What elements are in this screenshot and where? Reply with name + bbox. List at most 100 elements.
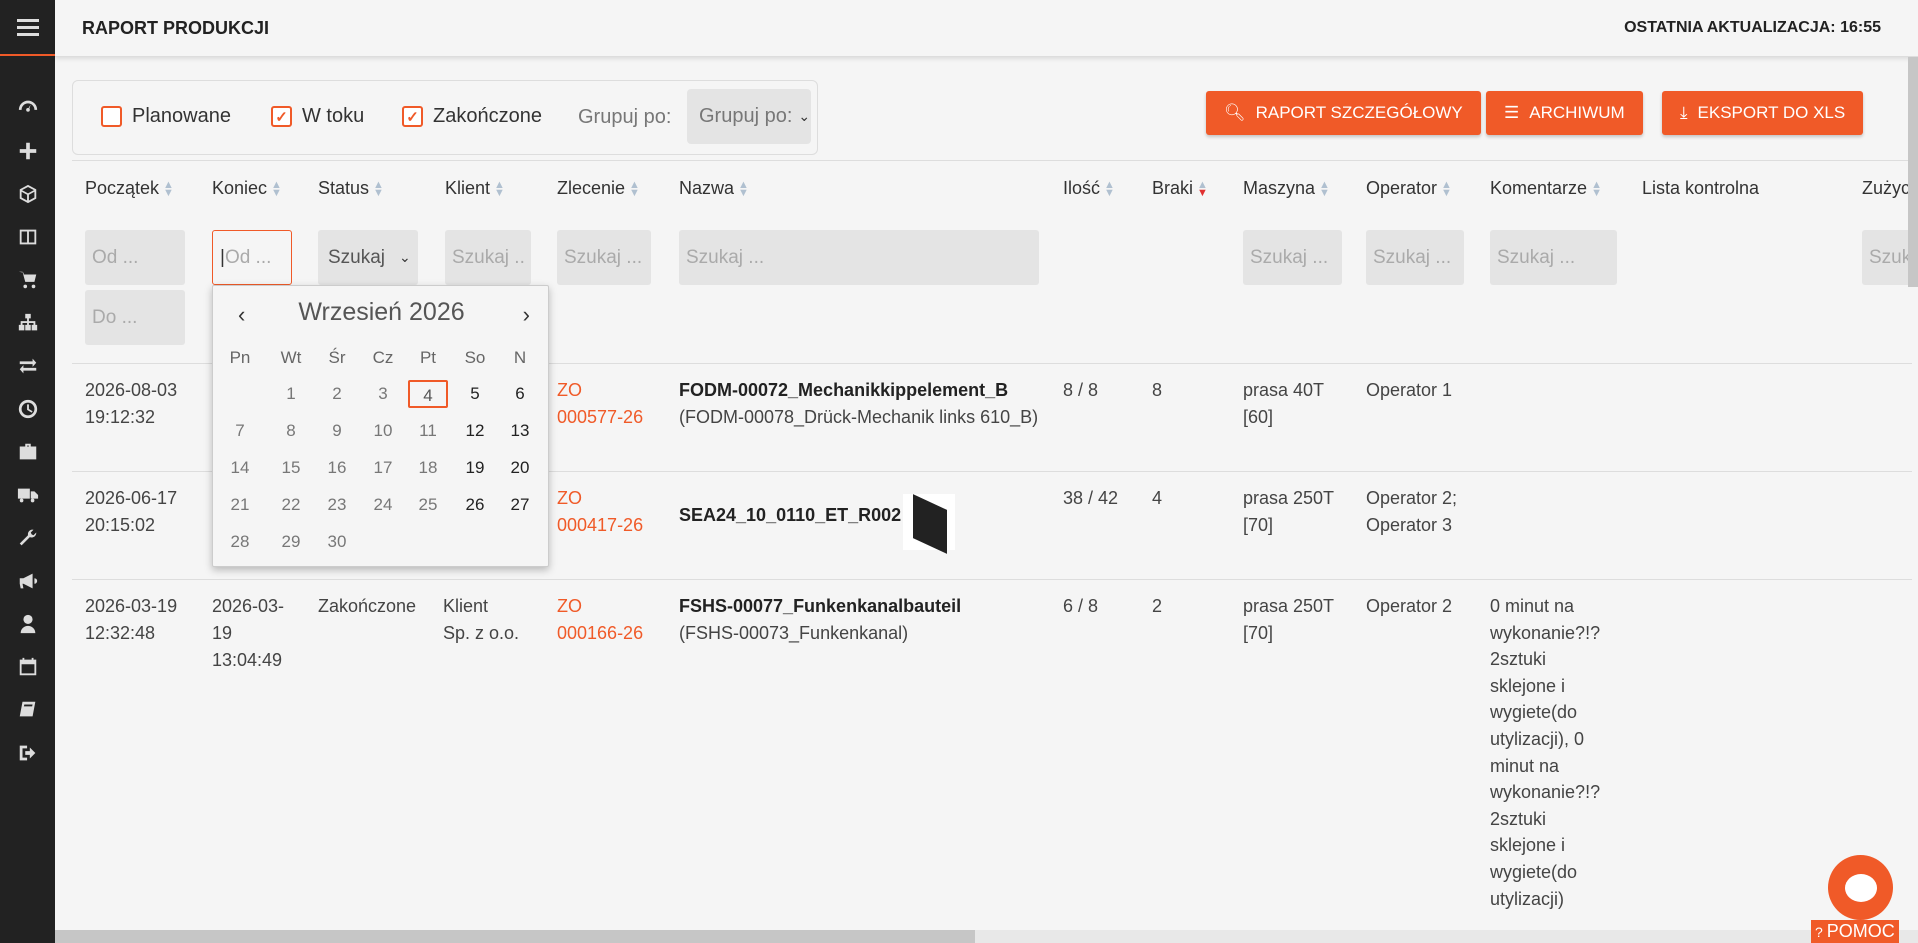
machine-search-input[interactable]: Szukaj ... [1243, 230, 1342, 285]
in-progress-checkbox[interactable]: ✓ W toku [271, 105, 364, 128]
column-header-order[interactable]: Zlecenie ▲ ▼ [557, 178, 640, 199]
exchange-icon[interactable] [0, 344, 55, 387]
calendar-day[interactable]: 20 [500, 454, 540, 482]
dashboard-icon[interactable] [0, 86, 55, 129]
export-xls-button[interactable]: ⤓ EKSPORT DO XLS [1662, 91, 1864, 135]
help-button[interactable]: ? POMOC [1811, 920, 1899, 943]
calendar-icon[interactable] [0, 645, 55, 688]
order-link[interactable]: ZO 000417-26 [557, 485, 643, 539]
truck-icon[interactable] [0, 473, 55, 516]
column-header-qty[interactable]: Ilość ▲ ▼ [1063, 178, 1115, 199]
chevron-down-icon: ⌄ [798, 108, 811, 124]
calendar-day[interactable]: 27 [500, 491, 540, 519]
end-from-input[interactable]: | Od ... [212, 230, 292, 285]
book-icon[interactable] [0, 688, 55, 731]
in-progress-label: W toku [302, 105, 365, 127]
calendar-day[interactable]: 24 [363, 491, 403, 519]
product-thumbnail[interactable] [903, 494, 955, 554]
last-update: OSTATNIA AKTUALIZACJA: 16:55 [1624, 19, 1881, 36]
name-search-input[interactable]: Szukaj ... [679, 230, 1039, 285]
calendar-day[interactable]: 23 [317, 491, 357, 519]
sitemap-icon[interactable] [0, 301, 55, 344]
chat-button[interactable] [1828, 855, 1893, 920]
order-link[interactable]: ZO 000577-26 [557, 377, 643, 431]
calendar-day[interactable]: 10 [363, 417, 403, 445]
finished-checkbox[interactable]: ✓ Zakończone [402, 105, 542, 128]
calendar-day[interactable]: 6 [500, 380, 540, 408]
calendar-day[interactable]: 18 [408, 454, 448, 482]
calendar-day[interactable]: 5 [455, 380, 495, 408]
vertical-scrollbar[interactable] [1908, 57, 1918, 287]
column-header-client[interactable]: Klient ▲ ▼ [445, 178, 505, 199]
calendar-day[interactable]: 14 [220, 454, 260, 482]
order-link[interactable]: ZO 000166-26 [557, 593, 643, 647]
planned-label: Planowane [132, 105, 231, 127]
calendar-day[interactable]: 15 [271, 454, 311, 482]
calendar-day[interactable]: 9 [317, 417, 357, 445]
column-header-operator[interactable]: Operator ▲ ▼ [1366, 178, 1452, 199]
column-header-end[interactable]: Koniec ▲ ▼ [212, 178, 282, 199]
order-search-input[interactable]: Szukaj ... [557, 230, 651, 285]
planned-checkbox[interactable]: Planowane [101, 105, 231, 128]
column-header-used[interactable]: Zużyc [1862, 178, 1910, 199]
status-cell: Zakończone [318, 596, 417, 616]
status-select[interactable]: Szukaj ⌄ [318, 230, 418, 285]
used-search-input[interactable]: Szuk [1862, 230, 1912, 285]
operator-search-input[interactable]: Szukaj ... [1366, 230, 1464, 285]
column-header-machine[interactable]: Maszyna ▲ ▼ [1243, 178, 1330, 199]
calendar-day[interactable]: 16 [317, 454, 357, 482]
scrollbar-thumb[interactable] [55, 930, 975, 943]
calendar-day[interactable]: 22 [271, 491, 311, 519]
calendar-day[interactable]: 1 [271, 380, 311, 408]
calendar-day[interactable]: 7 [220, 417, 260, 445]
calendar-day[interactable]: 11 [408, 417, 448, 445]
sort-icon: ▲ ▼ [629, 179, 640, 200]
archive-button[interactable]: ☰ ARCHIWUM [1486, 91, 1643, 135]
machine-cell: prasa 250T [70] [1243, 596, 1335, 643]
clock-icon[interactable] [0, 387, 55, 430]
column-header-defects[interactable]: Braki ▲ ▼ [1152, 178, 1208, 199]
column-header-name[interactable]: Nazwa ▲ ▼ [679, 178, 749, 199]
detailed-report-button[interactable]: 🔍︎ RAPORT SZCZEGÓŁOWY [1206, 91, 1481, 135]
column-header-comments[interactable]: Komentarze ▲ ▼ [1490, 178, 1602, 199]
start-to-input[interactable]: Do ... [85, 290, 185, 345]
calendar-day[interactable]: 26 [455, 491, 495, 519]
calendar-day[interactable]: 2 [317, 380, 357, 408]
column-header-status[interactable]: Status ▲ ▼ [318, 178, 384, 199]
user-icon[interactable] [0, 602, 55, 645]
column-header-start[interactable]: Początek ▲ ▼ [85, 178, 174, 199]
calendar-day[interactable]: 28 [220, 528, 260, 556]
datepicker-month[interactable]: Wrzesień 2026 [213, 298, 550, 327]
calendar-day[interactable]: 25 [408, 491, 448, 519]
chat-bubble-icon [1844, 873, 1877, 902]
calendar-day[interactable]: 12 [455, 417, 495, 445]
chevron-right-icon[interactable]: › [523, 302, 530, 328]
briefcase-icon[interactable] [0, 430, 55, 473]
calendar-day[interactable]: 3 [363, 380, 403, 408]
plus-icon[interactable] [0, 129, 55, 172]
calendar-day[interactable]: 13 [500, 417, 540, 445]
calendar-day[interactable]: 17 [363, 454, 403, 482]
calendar-day[interactable]: 21 [220, 491, 260, 519]
name-cell: FSHS-00077_Funkenkanalbauteil (FSHS-00073… [679, 596, 962, 643]
cube-icon[interactable] [0, 172, 55, 215]
client-search-input[interactable]: Szukaj .. [445, 230, 531, 285]
cart-icon[interactable] [0, 258, 55, 301]
comments-search-input[interactable]: Szukaj ... [1490, 230, 1617, 285]
calendar-day[interactable]: 30 [317, 528, 357, 556]
qty-cell: 38 / 42 [1063, 488, 1119, 508]
calendar-day-today[interactable]: 4 [408, 380, 448, 408]
columns-icon[interactable] [0, 215, 55, 258]
calendar-day[interactable]: 29 [271, 528, 311, 556]
start-from-input[interactable]: Od ... [85, 230, 185, 285]
horizontal-scrollbar[interactable] [55, 930, 1918, 943]
calendar-day[interactable]: 19 [455, 454, 495, 482]
wrench-icon[interactable] [0, 516, 55, 559]
menu-toggle[interactable] [0, 0, 55, 56]
calendar-day[interactable]: 8 [271, 417, 311, 445]
sign-out-icon[interactable] [0, 731, 55, 774]
groupby-select[interactable]: Grupuj po: ⌄ [687, 89, 811, 144]
name-cell: SEA24_10_0110_ET_R002 [679, 505, 902, 525]
table-row[interactable]: 2026-03-19 12:32:48 2026-03- 19 13:04:49 Za… [72, 579, 1912, 930]
bullhorn-icon[interactable] [0, 559, 55, 602]
